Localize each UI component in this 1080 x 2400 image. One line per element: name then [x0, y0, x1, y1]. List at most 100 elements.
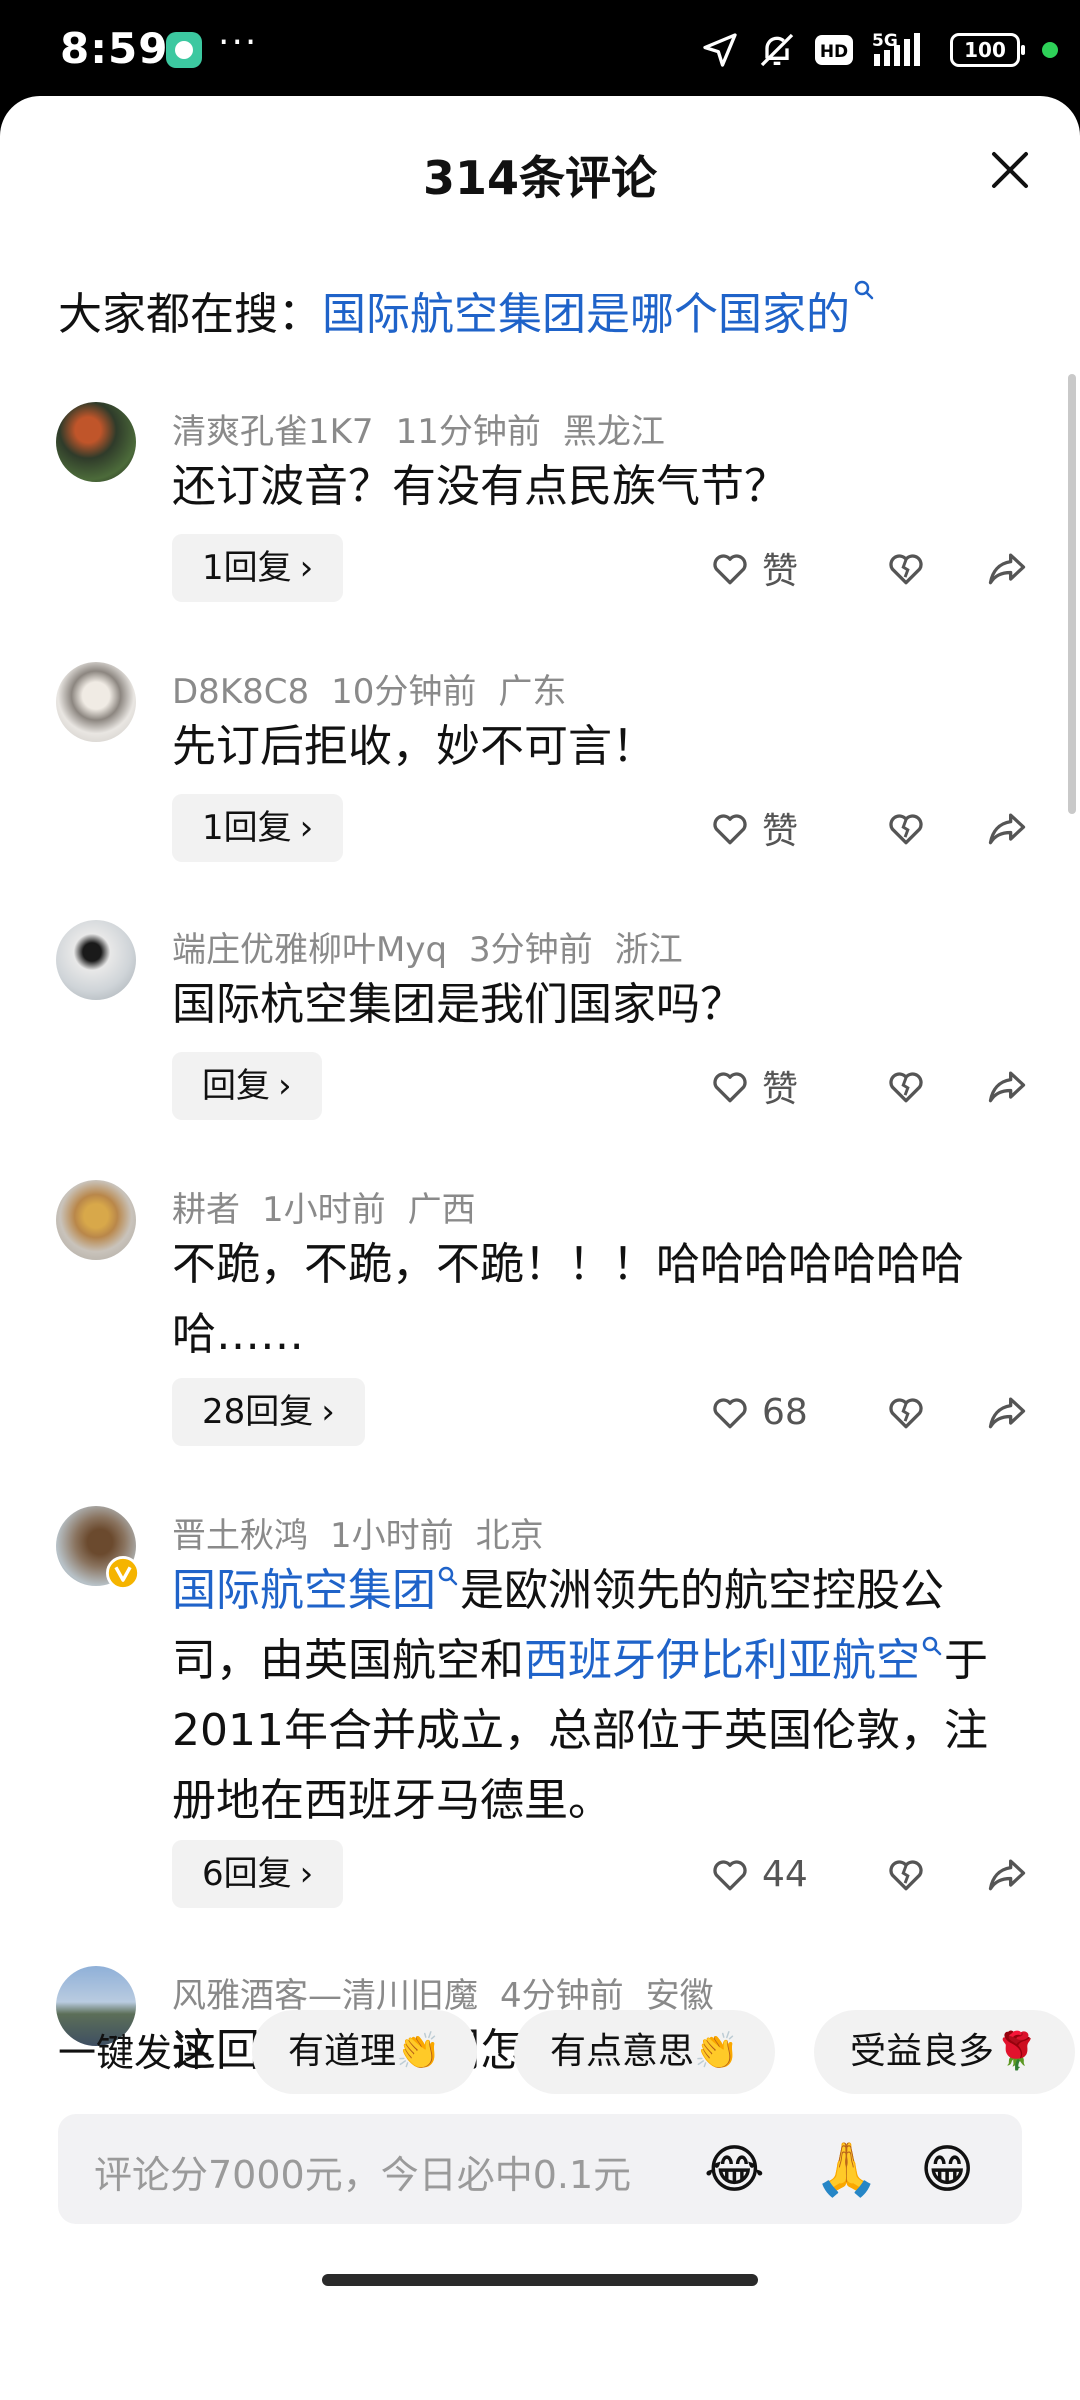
share-icon[interactable] — [984, 546, 1030, 590]
chevron-right-icon: › — [299, 808, 314, 848]
reply-count: 6回复 — [202, 1854, 292, 1894]
dislike-broken-heart-icon[interactable] — [884, 1064, 928, 1108]
comment-username[interactable]: 端庄优雅柳叶Myq — [172, 930, 447, 970]
share-icon[interactable] — [984, 1852, 1030, 1896]
hot-search-label: 大家都在搜： — [58, 289, 322, 340]
comment-actions: 44 — [708, 1840, 1030, 1908]
verified-badge-icon — [106, 1556, 140, 1590]
search-icon — [438, 1566, 458, 1586]
comment-username[interactable]: 晋土秋鸿 — [172, 1516, 308, 1556]
like-button[interactable]: 68 — [708, 1390, 828, 1434]
reply-button[interactable]: 6回复 › — [172, 1840, 344, 1908]
comment-text: 不跪，不跪，不跪！！！哈哈哈哈哈哈哈哈…… — [172, 1239, 964, 1360]
avatar[interactable] — [56, 662, 136, 742]
chevron-right-icon: › — [321, 1392, 335, 1432]
dislike-broken-heart-icon[interactable] — [884, 806, 928, 850]
avatar[interactable] — [56, 402, 136, 482]
dislike-broken-heart-icon[interactable] — [884, 1390, 928, 1434]
app-notification-icon — [166, 32, 202, 68]
search-icon — [854, 280, 874, 300]
comment-username[interactable]: 耕者 — [172, 1190, 240, 1230]
status-icons: HD 5G 100 — [700, 28, 1058, 72]
like-count: 44 — [762, 1853, 808, 1895]
comment-time: 3分钟前 — [469, 930, 593, 970]
laughing-emoji-icon[interactable]: 😂 — [704, 2140, 765, 2200]
location-arrow-icon — [703, 33, 737, 67]
hot-search: 大家都在搜：国际航空集团是哪个国家的 — [58, 278, 876, 342]
avatar[interactable] — [56, 1180, 136, 1260]
share-icon[interactable] — [984, 1390, 1030, 1434]
comment-region: 浙江 — [614, 930, 683, 970]
reply-button[interactable]: 1回复 › — [172, 534, 344, 602]
like-label: 赞 — [762, 811, 799, 852]
comment-meta: 耕者 1小时前 广西 — [172, 1182, 498, 1231]
avatar[interactable] — [56, 920, 136, 1000]
comment-text: 国际杭空集团是我们国家吗？ — [172, 979, 744, 1030]
comment-actions: 68 — [708, 1378, 1030, 1446]
comment-meta: 晋土秋鸿 1小时前 北京 — [172, 1508, 566, 1557]
privacy-indicator-dot — [1042, 42, 1058, 58]
like-button[interactable]: 赞 — [708, 1060, 828, 1112]
chevron-right-icon: › — [299, 1854, 314, 1894]
comment-username[interactable]: D8K8C8 — [172, 672, 309, 712]
comment-time: 1小时前 — [330, 1516, 454, 1556]
dislike-broken-heart-icon[interactable] — [884, 546, 928, 590]
reply-button[interactable]: 回复 › — [172, 1052, 322, 1120]
heart-icon — [713, 1860, 747, 1891]
hd-icon: HD — [815, 35, 853, 65]
like-count: 68 — [762, 1391, 808, 1433]
scrollbar[interactable] — [1068, 374, 1076, 814]
mute-icon — [760, 33, 794, 67]
comment-meta: 端庄优雅柳叶Myq 3分钟前 浙江 — [172, 922, 705, 971]
like-label: 赞 — [762, 551, 799, 592]
comment-time: 1小时前 — [262, 1190, 386, 1230]
reply-count: 回复 — [202, 1066, 270, 1106]
comment-time: 10分钟前 — [331, 672, 477, 712]
comment-meta: D8K8C8 10分钟前 广东 — [172, 664, 588, 713]
page-title: 314条评论 — [422, 151, 658, 205]
like-button[interactable]: 44 — [708, 1852, 828, 1896]
comment-input-placeholder: 评论分7000元，今日必中0.1元 — [94, 2153, 632, 2197]
search-icon — [922, 1636, 942, 1656]
comment-actions: 赞 — [708, 1052, 1030, 1120]
reply-button[interactable]: 1回复 › — [172, 794, 344, 862]
like-button[interactable]: 赞 — [708, 542, 828, 594]
quick-reply-chip[interactable]: 受益良多🌹 — [814, 2010, 1075, 2094]
close-icon[interactable] — [986, 146, 1034, 194]
dislike-broken-heart-icon[interactable] — [884, 1852, 928, 1896]
entity-link[interactable]: 国际航空集团 — [172, 1565, 436, 1616]
quick-reply-chip[interactable]: 有道理👏 — [252, 2010, 477, 2094]
reply-count: 1回复 — [202, 808, 292, 848]
heart-icon — [713, 554, 747, 585]
reply-button[interactable]: 28回复 › — [172, 1378, 365, 1446]
comment-region: 北京 — [475, 1516, 544, 1556]
battery-icon: 100 — [950, 33, 1025, 67]
svg-text:HD: HD — [820, 42, 848, 62]
pray-emoji-icon[interactable]: 🙏 — [814, 2140, 879, 2200]
comment-region: 黑龙江 — [562, 412, 665, 452]
chevron-right-icon: › — [299, 548, 314, 588]
hot-search-link[interactable]: 国际航空集团是哪个国家的 — [322, 289, 850, 340]
entity-link[interactable]: 西班牙伊比利亚航空 — [524, 1635, 920, 1686]
comment-username[interactable]: 清爽孔雀1K7 — [172, 412, 374, 452]
comment-text: 先订后拒收，妙不可言！ — [172, 721, 656, 772]
avatar[interactable] — [56, 1506, 140, 1590]
like-button[interactable]: 赞 — [708, 802, 828, 854]
heart-icon — [713, 814, 747, 845]
comment-actions: 赞 — [708, 794, 1030, 862]
status-time: 8:59 — [60, 24, 169, 73]
comment-text: 国际航空集团 是欧洲领先的航空控股公司，由英国航空和西班牙伊比利亚航空 于2011年… — [172, 1556, 1012, 1836]
reply-count: 28回复 — [202, 1392, 314, 1432]
grin-emoji-icon[interactable]: 😁 — [920, 2140, 974, 2200]
status-bar: 8:59 ··· HD 5G 100 — [0, 0, 1080, 100]
reply-count: 1回复 — [202, 548, 292, 588]
home-indicator[interactable] — [322, 2274, 758, 2286]
quick-reply-chip[interactable]: 有点意思👏 — [514, 2010, 775, 2094]
more-notifications-icon: ··· — [218, 22, 259, 63]
share-icon[interactable] — [984, 1064, 1030, 1108]
share-icon[interactable] — [984, 806, 1030, 850]
comment-input[interactable]: 评论分7000元，今日必中0.1元 😂 🙏 😁 — [58, 2114, 1022, 2224]
comment-meta: 清爽孔雀1K7 11分钟前 黑龙江 — [172, 404, 687, 453]
svg-text:5G: 5G — [872, 31, 898, 51]
comment-actions: 赞 — [708, 534, 1030, 602]
